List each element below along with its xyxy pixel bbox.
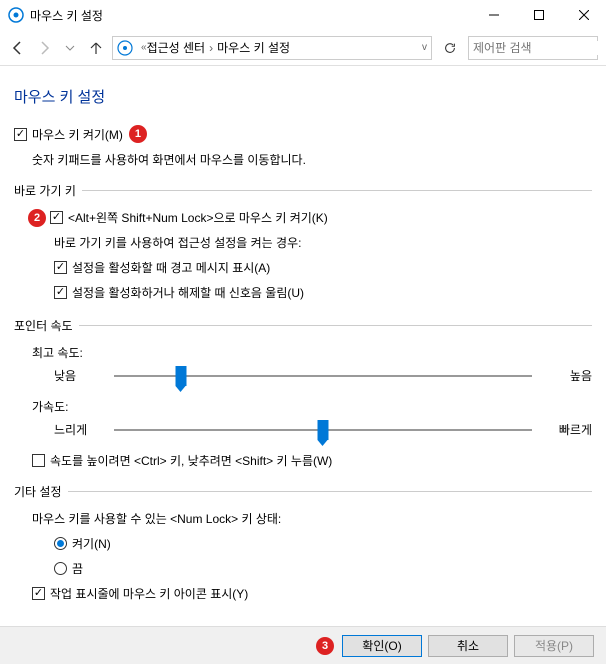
shortcut-opt2-label[interactable]: 설정을 활성화하거나 해제할 때 신호음 울림(U) [72, 284, 304, 301]
ctrl-shift-label[interactable]: 속도를 높이려면 <Ctrl> 키, 낮추려면 <Shift> 키 누름(W) [50, 452, 332, 469]
turn-on-label[interactable]: 마우스 키 켜기(M) [32, 126, 123, 143]
top-speed-high: 높음 [542, 367, 592, 384]
accel-slider-row: 느리게 빠르게 [14, 421, 592, 438]
radio-on[interactable] [54, 537, 67, 550]
back-button[interactable] [8, 38, 28, 58]
window-titlebar: 마우스 키 설정 [0, 0, 606, 30]
pointer-group-label: 포인터 속도 [14, 317, 592, 334]
breadcrumb-separator: › [209, 41, 213, 55]
shortcut-opt2-checkbox[interactable] [54, 286, 67, 299]
breadcrumb-dropdown-icon[interactable]: v [422, 42, 427, 53]
app-icon [8, 7, 24, 23]
taskbar-checkbox[interactable] [32, 587, 45, 600]
ok-button[interactable]: 확인(O) [342, 635, 422, 657]
shortcut-desc: 바로 가기 키를 사용하여 접근성 설정을 켜는 경우: [54, 234, 592, 251]
accel-slider[interactable] [114, 429, 532, 431]
page-title: 마우스 키 설정 [14, 86, 592, 107]
badge-3: 3 [316, 637, 334, 655]
turn-on-checkbox[interactable] [14, 128, 27, 141]
taskbar-label[interactable]: 작업 표시줄에 마우스 키 아이콘 표시(Y) [50, 585, 248, 602]
badge-2: 2 [28, 209, 46, 227]
close-button[interactable] [561, 0, 606, 30]
accel-high: 빠르게 [542, 421, 592, 438]
minimize-button[interactable] [471, 0, 516, 30]
badge-1: 1 [129, 125, 147, 143]
up-button[interactable] [86, 38, 106, 58]
top-speed-label: 최고 속도: [32, 344, 592, 361]
other-group-text: 기타 설정 [14, 483, 62, 500]
search-input[interactable] [473, 41, 606, 55]
button-bar: 3 확인(O) 취소 적용(P) [0, 626, 606, 664]
maximize-button[interactable] [516, 0, 561, 30]
top-speed-thumb[interactable] [175, 366, 186, 386]
shortcut-opt1-checkbox[interactable] [54, 261, 67, 274]
cancel-button[interactable]: 취소 [428, 635, 508, 657]
breadcrumb-part1[interactable]: 접근성 센터 [147, 39, 206, 56]
radio-on-row: 켜기(N) [54, 535, 592, 552]
shortcut-opt1-row: 설정을 활성화할 때 경고 메시지 표시(A) [54, 259, 592, 276]
search-box[interactable] [468, 36, 598, 60]
divider [82, 190, 592, 191]
shortcut-row: 2 <Alt+왼쪽 Shift+Num Lock>으로 마우스 키 켜기(K) [32, 209, 592, 226]
divider [79, 325, 592, 326]
other-group-label: 기타 설정 [14, 483, 592, 500]
recent-dropdown[interactable] [60, 38, 80, 58]
radio-off[interactable] [54, 562, 67, 575]
pointer-group-text: 포인터 속도 [14, 317, 73, 334]
radio-on-label[interactable]: 켜기(N) [72, 535, 111, 552]
shortcut-group-label: 바로 가기 키 [14, 182, 592, 199]
refresh-button[interactable] [438, 36, 462, 60]
ctrl-shift-row: 속도를 높이려면 <Ctrl> 키, 낮추려면 <Shift> 키 누름(W) [32, 452, 592, 469]
window-title: 마우스 키 설정 [30, 7, 471, 24]
content-area: 마우스 키 설정 마우스 키 켜기(M) 1 숫자 키패드를 사용하여 화면에서… [0, 66, 606, 620]
radio-off-label[interactable]: 끔 [72, 560, 83, 577]
shortcut-group-text: 바로 가기 키 [14, 182, 76, 199]
numlock-label: 마우스 키를 사용할 수 있는 <Num Lock> 키 상태: [32, 510, 592, 527]
shortcut-label[interactable]: <Alt+왼쪽 Shift+Num Lock>으로 마우스 키 켜기(K) [68, 209, 328, 226]
forward-button[interactable] [34, 38, 54, 58]
radio-off-row: 끔 [54, 560, 592, 577]
top-speed-slider[interactable] [114, 375, 532, 377]
apply-button[interactable]: 적용(P) [514, 635, 594, 657]
ctrl-shift-checkbox[interactable] [32, 454, 45, 467]
shortcut-opt1-label[interactable]: 설정을 활성화할 때 경고 메시지 표시(A) [72, 259, 270, 276]
navbar: « 접근성 센터 › 마우스 키 설정 v [0, 30, 606, 66]
location-icon [117, 40, 133, 56]
turn-on-row: 마우스 키 켜기(M) 1 [14, 125, 592, 143]
taskbar-row: 작업 표시줄에 마우스 키 아이콘 표시(Y) [32, 585, 592, 602]
divider [68, 491, 593, 492]
turn-on-desc: 숫자 키패드를 사용하여 화면에서 마우스를 이동합니다. [32, 151, 592, 168]
shortcut-checkbox[interactable] [50, 211, 63, 224]
top-speed-slider-row: 낮음 높음 [14, 367, 592, 384]
accel-label: 가속도: [32, 398, 592, 415]
breadcrumb-part2[interactable]: 마우스 키 설정 [217, 39, 290, 56]
accel-low: 느리게 [54, 421, 104, 438]
breadcrumb[interactable]: « 접근성 센터 › 마우스 키 설정 v [112, 36, 432, 60]
shortcut-opt2-row: 설정을 활성화하거나 해제할 때 신호음 울림(U) [54, 284, 592, 301]
top-speed-low: 낮음 [54, 367, 104, 384]
accel-thumb[interactable] [318, 420, 329, 440]
